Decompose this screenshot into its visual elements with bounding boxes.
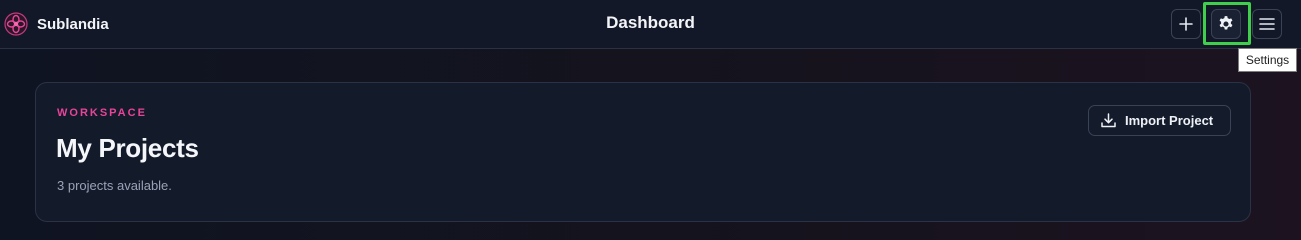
settings-button[interactable] [1211, 9, 1241, 39]
projects-card: WORKSPACE My Projects 3 projects availab… [35, 82, 1251, 222]
top-bar: Sublandia Dashboard [0, 0, 1301, 49]
add-button[interactable] [1171, 9, 1201, 39]
gear-icon [1219, 16, 1233, 30]
section-eyebrow: WORKSPACE [57, 107, 147, 119]
download-icon [1101, 113, 1116, 128]
projects-count: 3 projects available. [57, 178, 172, 193]
menu-button[interactable] [1252, 9, 1282, 39]
page-title: Dashboard [606, 13, 695, 32]
import-project-button[interactable]: Import Project [1088, 105, 1231, 136]
plus-icon [1179, 17, 1193, 31]
settings-tooltip: Settings [1238, 48, 1297, 72]
import-project-label: Import Project [1125, 113, 1214, 128]
section-title: My Projects [56, 133, 199, 163]
hamburger-menu-icon [1259, 18, 1275, 30]
